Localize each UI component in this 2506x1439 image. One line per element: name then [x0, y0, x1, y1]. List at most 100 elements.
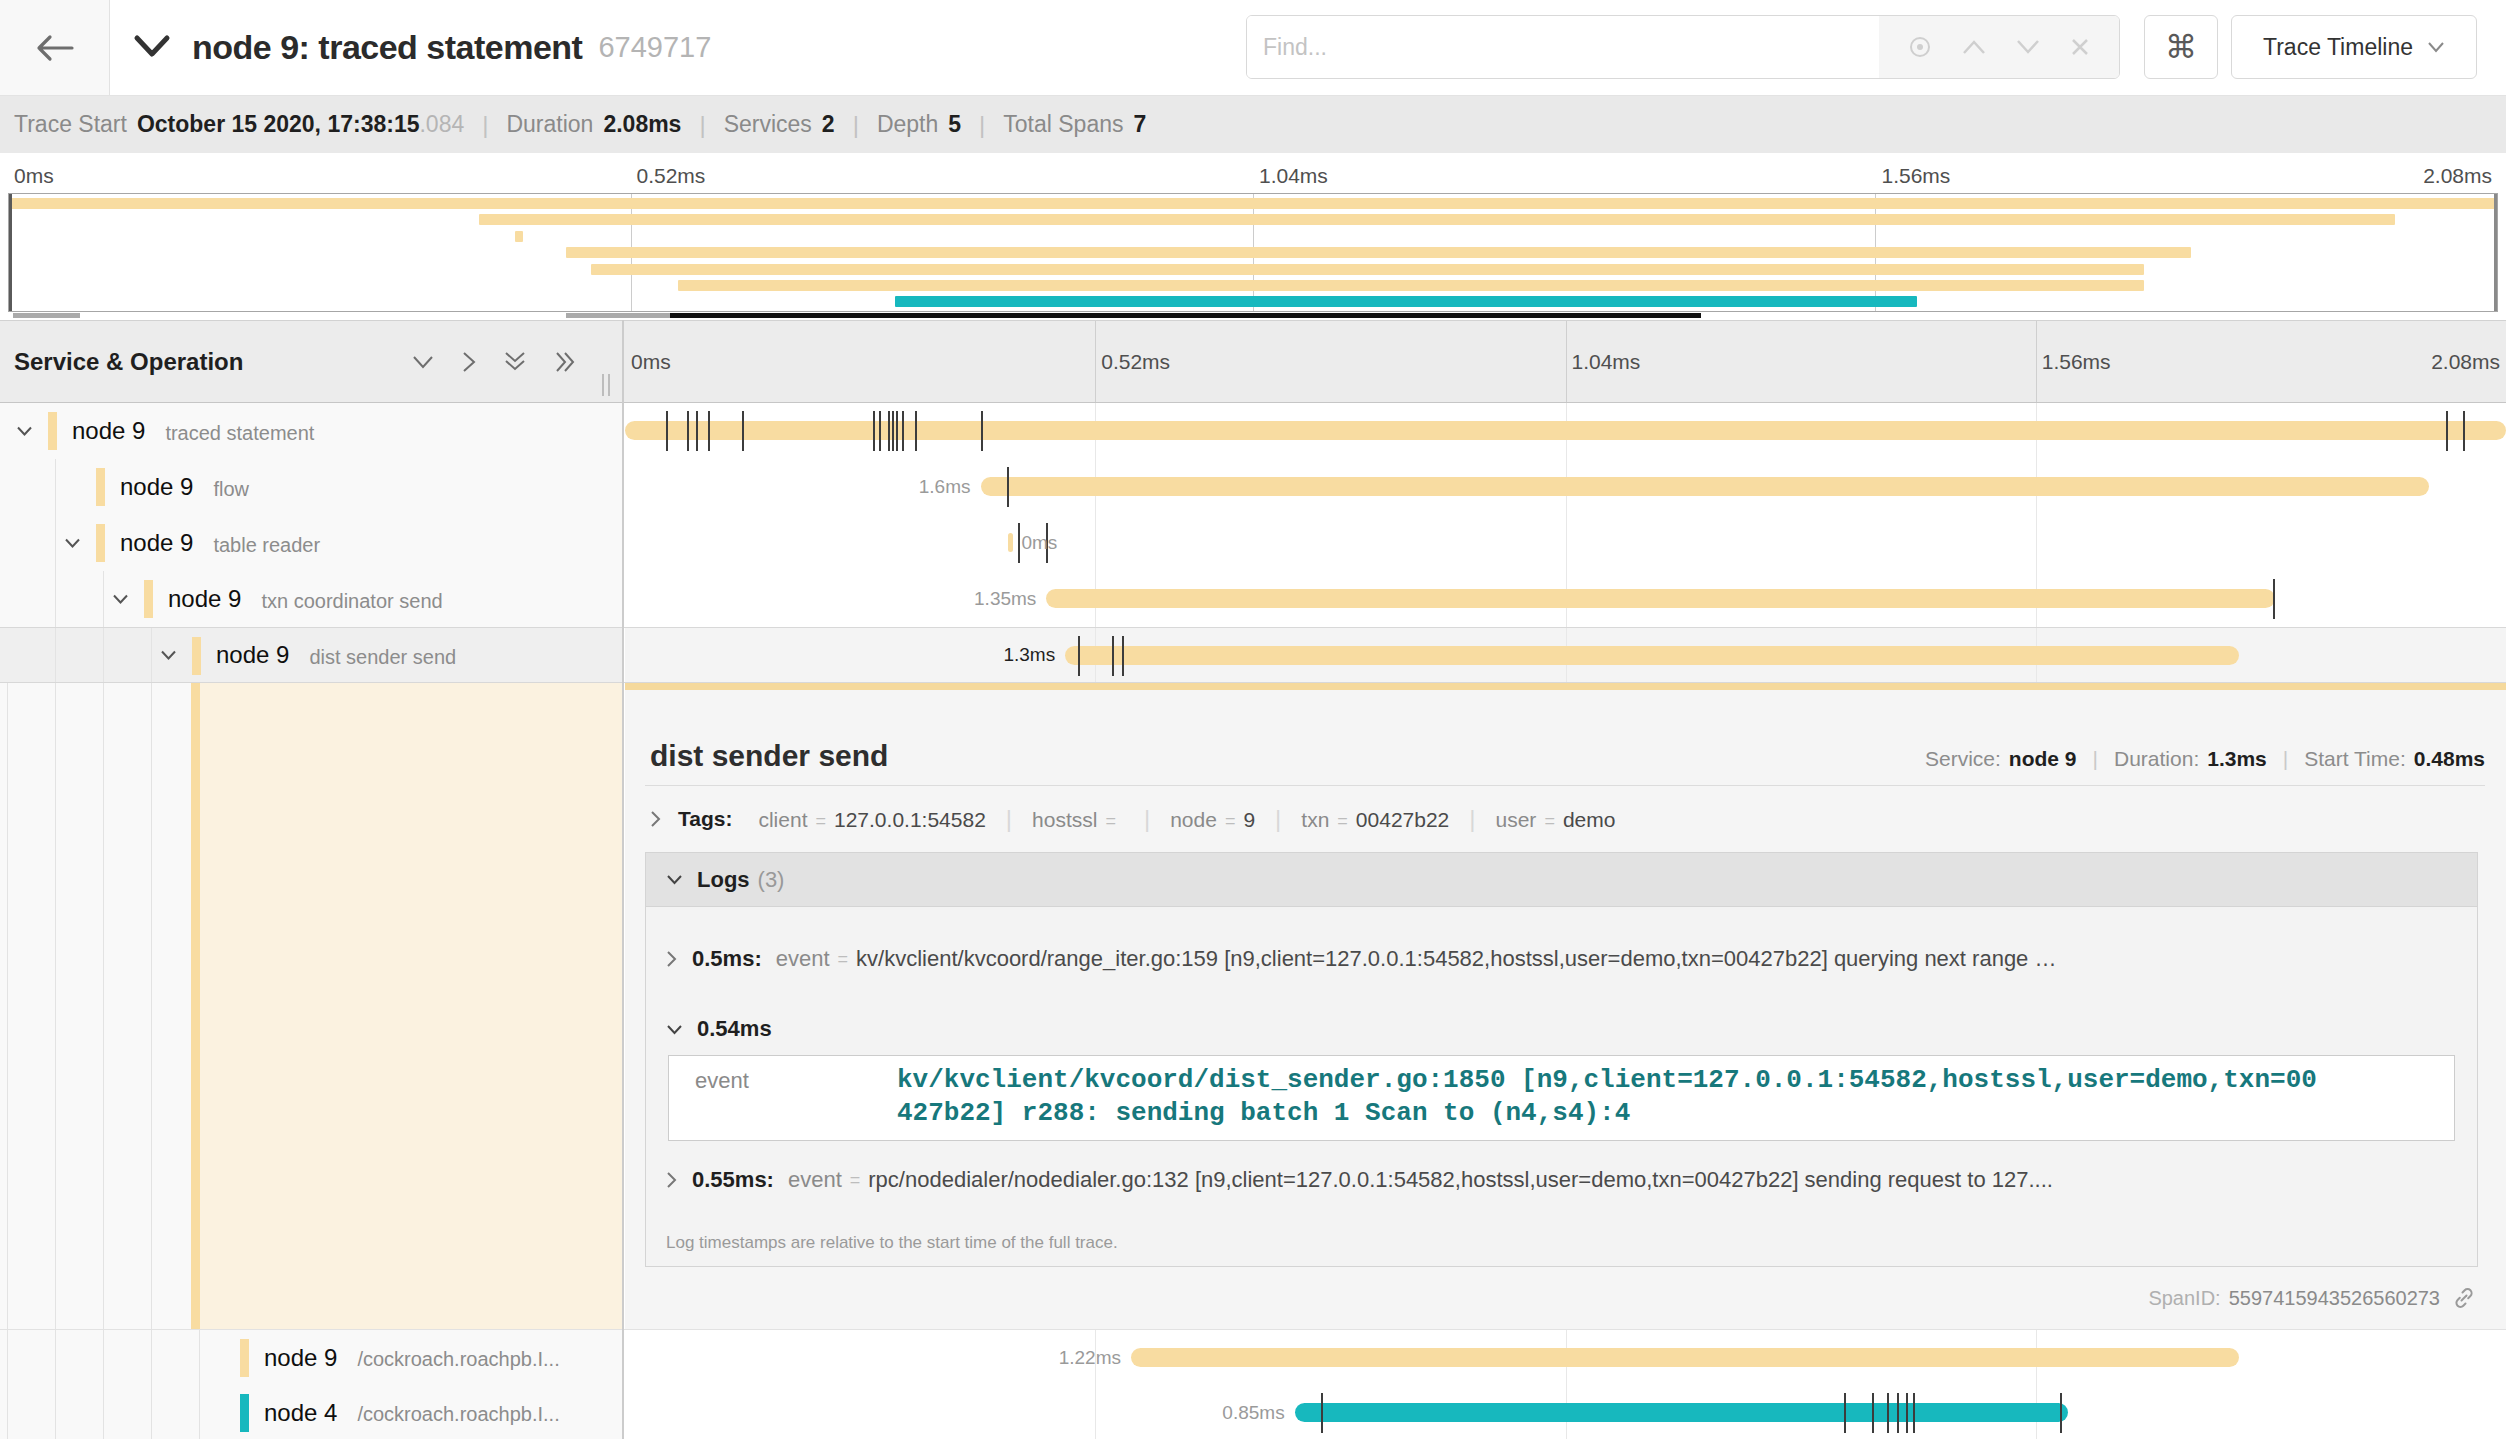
- keyboard-shortcuts-button[interactable]: ⌘: [2144, 15, 2218, 79]
- span-duration-label: 1.35ms: [974, 571, 1036, 627]
- collapse-all-icon[interactable]: [504, 351, 526, 373]
- log-marker: [1018, 523, 1020, 563]
- summary-item: Trace StartOctober 15 2020, 17:38:15.084: [14, 111, 464, 138]
- span-row[interactable]: node 9traced statement: [0, 403, 2506, 459]
- tag-value: 9: [1243, 808, 1255, 831]
- span-color-bar: [192, 637, 201, 675]
- trace-view-selector[interactable]: Trace Timeline: [2231, 15, 2477, 79]
- log-marker: [981, 411, 983, 451]
- log-marker: [2463, 411, 2465, 451]
- span-operation: traced statement: [165, 422, 314, 445]
- divider: |: [699, 111, 705, 139]
- minimap-span-bar: [515, 231, 522, 242]
- ruler-tick-label: 0.52ms: [1101, 321, 1170, 402]
- log-field-value: kv/kvclient/kvcoord/dist_sender.go:1850 …: [897, 1064, 2317, 1130]
- summary-item: Services2: [724, 111, 835, 138]
- log-entry[interactable]: 0.5ms: event = kv/kvclient/kvcoord/range…: [646, 907, 2477, 1011]
- span-bar[interactable]: [1046, 589, 2274, 608]
- ruler-tick-label: 0ms: [14, 164, 54, 188]
- span-bar[interactable]: [625, 421, 2506, 440]
- span-color-bar: [48, 412, 57, 450]
- next-result-icon[interactable]: [2015, 38, 2041, 56]
- tag-key: client: [758, 808, 807, 831]
- chevron-down-icon: [666, 874, 683, 885]
- span-bar[interactable]: [1008, 533, 1014, 552]
- log-key: event: [776, 946, 830, 972]
- span-row[interactable]: node 9dist sender send 1.3ms: [0, 627, 2506, 683]
- log-marker: [666, 411, 668, 451]
- find-group: [1246, 15, 2120, 79]
- minimap-ruler: 0ms0.52ms1.04ms1.56ms2.08ms: [8, 154, 2498, 192]
- span-service: node 9: [264, 1344, 337, 1372]
- span-row[interactable]: node 9flow 1.6ms: [0, 459, 2506, 515]
- log-marker: [1078, 636, 1080, 676]
- span-timeline[interactable]: 1.3ms: [625, 628, 2506, 682]
- span-rows: node 9/cockroach.roachpb.I... 1.22ms nod…: [0, 1329, 2506, 1439]
- logs-count: (3): [758, 867, 785, 893]
- minimap-canvas[interactable]: [8, 193, 2498, 312]
- logs-header[interactable]: Logs (3): [646, 853, 2477, 907]
- log-marker: [896, 411, 898, 451]
- span-operation: flow: [213, 478, 249, 501]
- expand-all-icon[interactable]: [554, 351, 576, 373]
- scrubber-segment[interactable]: [670, 313, 1701, 318]
- span-duration-label: 1.22ms: [1059, 1330, 1121, 1385]
- log-value: kv/kvclient/kvcoord/range_iter.go:159 [n…: [856, 946, 2056, 972]
- span-bar[interactable]: [1131, 1348, 2239, 1367]
- span-id-row: SpanID: 5597415943526560273: [625, 1267, 2506, 1329]
- expand-one-icon[interactable]: [462, 351, 476, 373]
- span-timeline[interactable]: 0ms: [625, 515, 2506, 571]
- span-bar[interactable]: [1065, 646, 2239, 665]
- span-row[interactable]: node 9/cockroach.roachpb.I... 1.22ms: [0, 1330, 2506, 1385]
- span-detail-left-column: [0, 683, 622, 1329]
- clear-search-icon[interactable]: [2069, 36, 2091, 58]
- span-row[interactable]: node 9table reader 0ms: [0, 515, 2506, 571]
- span-timeline[interactable]: 1.35ms: [625, 571, 2506, 627]
- span-expander-icon[interactable]: [112, 594, 129, 605]
- log-marker: [1007, 467, 1009, 507]
- tag-value: demo: [1563, 808, 1616, 831]
- log-marker: [879, 411, 881, 451]
- span-bar[interactable]: [1295, 1403, 2068, 1422]
- span-bar[interactable]: [981, 477, 2429, 496]
- scrubber-segment[interactable]: [13, 313, 80, 318]
- span-row[interactable]: node 9txn coordinator send 1.35ms: [0, 571, 2506, 627]
- back-button[interactable]: [0, 0, 110, 95]
- link-icon[interactable]: [2452, 1286, 2476, 1310]
- log-value: rpc/nodedialer/nodedialer.go:132 [n9,cli…: [868, 1167, 2053, 1193]
- collapse-trace-chevron-icon[interactable]: [133, 33, 171, 59]
- minimap-span-bar: [9, 198, 2497, 209]
- span-expander-icon[interactable]: [64, 538, 81, 549]
- log-entry-expanded[interactable]: 0.54ms: [646, 1011, 2477, 1047]
- page-title: node 9: traced statement6749717: [192, 0, 711, 95]
- log-marker: [1906, 1393, 1908, 1433]
- collapse-one-icon[interactable]: [412, 355, 434, 369]
- scrubber-segment[interactable]: [566, 313, 671, 318]
- log-entry[interactable]: 0.55ms: event = rpc/nodedialer/nodediale…: [646, 1141, 2477, 1219]
- span-expander-icon[interactable]: [16, 426, 33, 437]
- prev-result-icon[interactable]: [1961, 38, 1987, 56]
- span-timeline[interactable]: 0.85ms: [625, 1385, 2506, 1439]
- span-duration-label: 1.3ms: [1003, 628, 1055, 682]
- column-divider[interactable]: [622, 320, 624, 1439]
- span-row[interactable]: node 4/cockroach.roachpb.I... 0.85ms: [0, 1385, 2506, 1439]
- span-duration-label: 0ms: [1021, 515, 1057, 571]
- timeline-header-row: Service & Operation 0ms0.52ms1.04ms1.56m…: [0, 320, 2506, 403]
- logs-section: Logs (3) 0.5ms: event = kv/kvclient/kvco…: [645, 852, 2478, 1267]
- span-color-bar: [144, 580, 153, 618]
- tags-row[interactable]: Tags: client=127.0.0.1:54582|hostssl=|no…: [625, 786, 2506, 852]
- span-timeline[interactable]: 1.6ms: [625, 459, 2506, 515]
- span-timeline[interactable]: 1.22ms: [625, 1330, 2506, 1385]
- focus-icon[interactable]: [1907, 34, 1933, 60]
- find-input[interactable]: [1247, 16, 1879, 78]
- tags-label: Tags:: [678, 807, 732, 831]
- ruler-tick-label: 1.56ms: [2042, 321, 2111, 402]
- span-service: node 9: [120, 529, 193, 557]
- log-marker: [902, 411, 904, 451]
- log-timestamp: 0.55ms:: [692, 1167, 774, 1193]
- column-resize-handle[interactable]: [602, 374, 610, 396]
- span-service: node 4: [264, 1399, 337, 1427]
- span-expander-icon[interactable]: [160, 650, 177, 661]
- span-timeline[interactable]: [625, 403, 2506, 459]
- chevron-down-icon: [2427, 41, 2445, 53]
